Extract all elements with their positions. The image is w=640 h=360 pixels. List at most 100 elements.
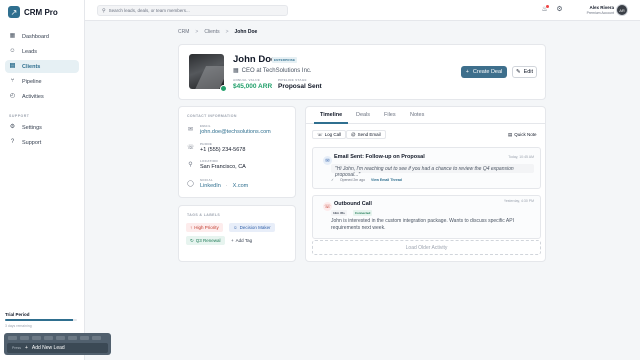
metric-label: ANNUAL VALUE xyxy=(233,78,260,82)
profile-card: John Doe ENTERPRISE ▦ CEO at TechSolutio… xyxy=(178,44,546,100)
email-link[interactable]: john.doe@techsolutions.com xyxy=(200,129,271,135)
tags-card: TAGS & LABELS ↑ High Priority ☺ Decision… xyxy=(178,205,296,262)
sidebar-item-support[interactable]: ? Support xyxy=(5,136,79,149)
brand-name: CRM Pro xyxy=(24,7,58,17)
keycap xyxy=(68,336,77,340)
building-icon: ▦ xyxy=(233,68,239,74)
tab-timeline[interactable]: Timeline xyxy=(320,112,342,118)
pencil-icon: ✎ xyxy=(515,69,521,75)
keycap xyxy=(92,336,101,340)
sidebar-item-pipeline[interactable]: ⑂ Pipeline xyxy=(5,75,79,88)
mail-icon: ✉ xyxy=(187,127,194,133)
activity-panel: Timeline Deals Files Notes ☏ Log Call @ … xyxy=(305,106,546,262)
search-box[interactable]: ⚲ xyxy=(97,5,288,16)
breadcrumb-crm[interactable]: CRM xyxy=(178,29,189,35)
shortcut-keys xyxy=(4,333,111,340)
linkedin-link[interactable]: LinkedIn xyxy=(200,183,221,189)
breadcrumb: CRM > Clients > John Doe xyxy=(178,29,257,35)
keycap xyxy=(8,336,17,340)
trial-progress-bar xyxy=(5,319,77,321)
support-nav: ⚙ Settings ? Support xyxy=(0,121,84,149)
pipeline-stage-metric: PIPELINE STAGE Proposal Sent xyxy=(278,78,322,90)
load-older-activity-button[interactable]: Load Older Activity xyxy=(312,240,541,255)
quick-note-button[interactable]: ▤ Quick Note xyxy=(504,130,541,139)
keycap xyxy=(56,336,65,340)
view-email-thread-link[interactable]: View Email Thread xyxy=(371,178,402,182)
globe-icon: ◯ xyxy=(187,181,194,187)
shortcut-hint: Press xyxy=(12,346,21,350)
tab-deals[interactable]: Deals xyxy=(356,112,370,118)
location-pin-icon: ⚲ xyxy=(188,162,193,168)
refresh-icon: ↻ xyxy=(190,237,194,243)
event-meta: ✓ Opened 2m ago View Email Thread xyxy=(331,178,402,182)
breadcrumb-clients[interactable]: Clients xyxy=(204,29,219,35)
sidebar-item-label: Pipeline xyxy=(22,78,42,85)
sidebar-item-label: Leads xyxy=(22,48,37,55)
tag-q3-renewal[interactable]: ↻ Q3 Renewal xyxy=(186,236,225,245)
tab-files[interactable]: Files xyxy=(384,112,396,118)
breadcrumb-separator: > xyxy=(225,29,229,35)
sidebar-item-label: Dashboard xyxy=(22,33,49,40)
create-deal-label: Create Deal xyxy=(472,69,503,75)
contact-phone: ☏ PHONE +1 (555) 234-5678 xyxy=(187,142,245,153)
settings-gear-icon[interactable]: ⚙ xyxy=(555,5,564,14)
location-value: San Francisco, CA xyxy=(200,164,246,170)
tag-label: Q3 Renewal xyxy=(195,238,221,243)
phone-icon: ☏ xyxy=(187,145,195,151)
client-title: ▦ CEO at TechSolutions Inc. xyxy=(233,67,312,75)
sidebar-item-leads[interactable]: ☺ Leads xyxy=(5,45,79,58)
event-title: Email Sent: Follow-up on Proposal xyxy=(334,154,425,160)
edit-label: Edit xyxy=(523,69,534,75)
log-call-label: Log Call xyxy=(324,132,342,137)
call-meta: 12m 45s Connected xyxy=(331,210,373,216)
contact-social: ◯ SOCIAL LinkedIn · X.com xyxy=(187,178,248,189)
plus-icon: + xyxy=(231,238,234,243)
tag-high-priority[interactable]: ↑ High Priority xyxy=(186,223,223,232)
sidebar-item-dashboard[interactable]: ▦ Dashboard xyxy=(5,30,79,43)
tier-badge: ENTERPRISE xyxy=(272,57,298,63)
open-status: Opened 2m ago xyxy=(339,178,366,182)
tag-label: High Priority xyxy=(194,225,219,230)
settings-icon: ⚙ xyxy=(9,124,16,130)
contact-heading: CONTACT INFORMATION xyxy=(187,114,237,118)
edit-button[interactable]: ✎ Edit xyxy=(512,66,537,78)
client-name: John Doe xyxy=(233,54,277,65)
trial-title: Trial Period xyxy=(5,312,30,317)
brand[interactable]: ↗ CRM Pro xyxy=(0,0,84,24)
support-heading: SUPPORT xyxy=(9,114,30,118)
create-deal-button[interactable]: + Create Deal xyxy=(461,66,507,78)
support-icon: ? xyxy=(10,139,15,145)
location-label: LOCATION xyxy=(200,159,218,163)
pipeline-icon: ⑂ xyxy=(10,78,15,84)
sidebar-item-activities[interactable]: ◴ Activities xyxy=(5,90,79,103)
sidebar-item-label: Settings xyxy=(22,124,42,131)
send-email-label: Send Email xyxy=(357,132,381,137)
event-time: Yesterday, 4:30 PM xyxy=(503,199,534,203)
main-nav: ▦ Dashboard ☺ Leads ▤ Clients ⑂ Pipeline… xyxy=(0,24,84,103)
user-info[interactable]: Alex Rivera Premium Account xyxy=(580,5,614,15)
call-duration: 12m 45s xyxy=(331,210,347,216)
tag-decision-maker[interactable]: ☺ Decision Maker xyxy=(229,223,275,232)
keycap xyxy=(20,336,29,340)
send-email-button[interactable]: @ Send Email xyxy=(346,130,386,139)
event-title: Outbound Call xyxy=(334,201,372,207)
tags-heading: TAGS & LABELS xyxy=(187,213,221,217)
x-link[interactable]: X.com xyxy=(233,183,249,189)
sidebar-item-clients[interactable]: ▤ Clients xyxy=(5,60,79,73)
email-label: EMAIL xyxy=(200,124,211,128)
tab-notes[interactable]: Notes xyxy=(410,112,424,118)
quick-note-label: Quick Note xyxy=(514,132,537,137)
avatar[interactable]: AR xyxy=(616,4,628,16)
activities-icon: ◴ xyxy=(9,93,16,99)
arrow-up-icon: ↑ xyxy=(190,225,193,230)
note-icon: ▤ xyxy=(508,131,513,137)
plus-icon: + xyxy=(24,345,28,351)
log-call-button[interactable]: ☏ Log Call xyxy=(312,130,347,139)
phone-value: +1 (555) 234-5678 xyxy=(200,147,246,153)
sidebar-item-settings[interactable]: ⚙ Settings xyxy=(5,121,79,134)
online-status-icon xyxy=(220,85,227,92)
add-tag-button[interactable]: + Add Tag xyxy=(227,236,256,245)
add-new-lead-button[interactable]: Press + Add New Lead xyxy=(7,343,108,353)
quick-add-overlay[interactable]: Press + Add New Lead xyxy=(4,333,111,355)
search-input[interactable] xyxy=(108,8,279,13)
